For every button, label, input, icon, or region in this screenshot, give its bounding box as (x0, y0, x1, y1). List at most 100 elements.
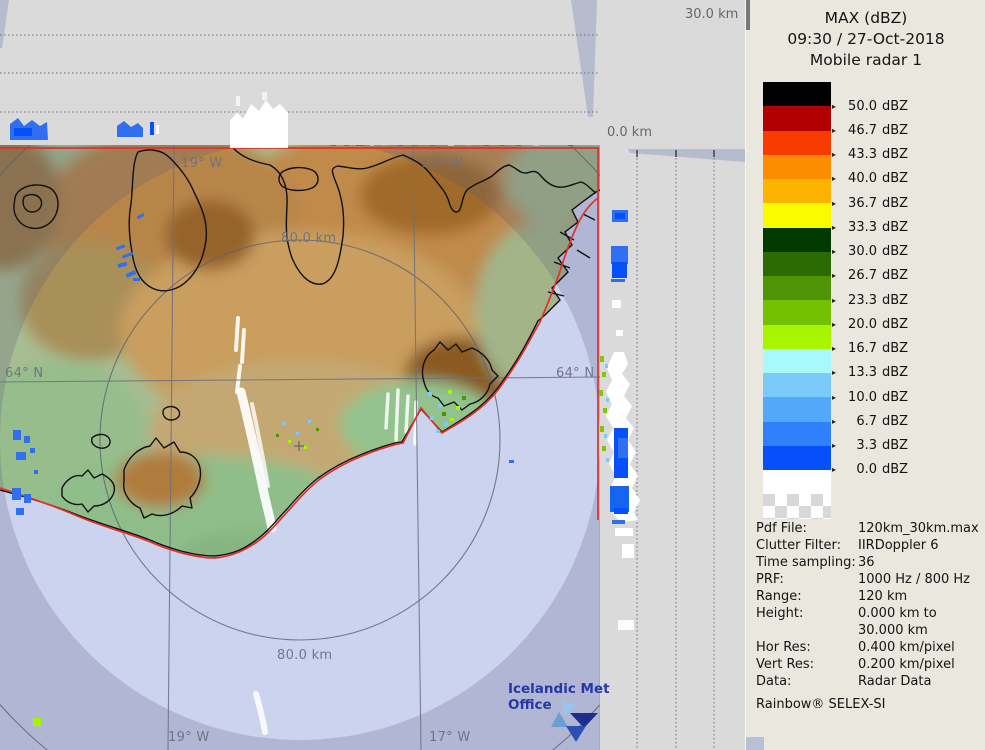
metadata-row: Range: 120 km (756, 588, 982, 605)
scale-color-block (763, 227, 831, 252)
height-axis-max-label: 30.0 km (685, 7, 739, 22)
scale-row: ▸ 50.0 dBZ (832, 94, 908, 118)
scale-unit: dBZ (882, 244, 909, 260)
scale-color-block (763, 324, 831, 349)
scale-transparent-block (763, 494, 831, 519)
metadata-value: 120 km (858, 589, 908, 604)
scale-arrow-icon: ▸ (832, 368, 837, 378)
product-metadata: Pdf File: 120km_30km.max Clutter Filter: II… (756, 520, 982, 713)
scale-value: 23.3 (848, 292, 877, 308)
logo-line2: Office (508, 697, 552, 713)
color-scale-labels: ▸ 50.0 dBZ ▸ 46.7 dBZ ▸ 43.3 dBZ ▸ 40.0 dBZ ▸ 36.7 dBZ… (832, 94, 908, 482)
scale-color-block (763, 348, 831, 373)
scale-color-block (763, 130, 831, 155)
scale-unit: dBZ (882, 268, 909, 284)
vendor-label: Rainbow® SELEX-SI (756, 697, 886, 712)
scale-color-block (763, 397, 831, 422)
scale-value: 46.7 (848, 122, 877, 138)
metadata-label: Hor Res: (756, 640, 811, 655)
scale-arrow-icon: ▸ (832, 465, 837, 475)
scale-arrow-icon: ▸ (832, 295, 837, 305)
lon-label-17w-bottom: 17° W (429, 730, 471, 745)
metadata-value: 0.000 km to 30.000 km (858, 606, 937, 638)
scale-unit: dBZ (882, 171, 909, 187)
scale-arrow-icon: ▸ (832, 392, 837, 402)
metadata-row: PRF: 1000 Hz / 800 Hz (756, 571, 982, 588)
metadata-value: 0.400 km/pixel (858, 640, 955, 655)
lat-label-64n-right: 64° N (556, 366, 595, 381)
scale-color-block (763, 251, 831, 276)
scale-row: ▸ 43.3 dBZ (832, 143, 908, 167)
range-ring-label-bottom: 80.0 km (277, 648, 333, 663)
scale-arrow-icon: ▸ (832, 198, 837, 208)
scale-arrow-icon: ▸ (832, 174, 837, 184)
scale-value: 26.7 (848, 268, 877, 284)
range-ring-label-top: 80.0 km (281, 231, 337, 246)
scale-value: 40.0 (848, 171, 877, 187)
metadata-label: Clutter Filter: (756, 538, 841, 553)
scale-arrow-icon: ▸ (832, 344, 837, 354)
metadata-value: 120km_30km.max (858, 521, 979, 536)
radar-display-window: 30.0 km 0.0 km 19° W 17° W 19° W 17° W 6… (0, 0, 985, 750)
scale-value: 36.7 (848, 195, 877, 211)
scale-value: 33.3 (848, 219, 877, 235)
scale-unit: dBZ (882, 389, 909, 405)
scale-value: 16.7 (848, 341, 877, 357)
radar-scene (0, 0, 745, 750)
scale-arrow-icon: ▸ (832, 441, 837, 451)
scale-arrow-icon: ▸ (832, 125, 837, 135)
scale-arrow-icon: ▸ (832, 101, 837, 111)
product-header: MAX (dBZ) 09:30 / 27-Oct-2018 Mobile rad… (746, 8, 985, 71)
scale-value: 30.0 (848, 244, 877, 260)
metadata-row: Data: Radar Data (756, 673, 982, 690)
scale-unit: dBZ (882, 413, 909, 429)
scale-unit: dBZ (882, 147, 909, 163)
scale-arrow-icon: ▸ (832, 271, 837, 281)
scale-row: ▸ 16.7 dBZ (832, 337, 908, 361)
scale-row: ▸ 3.3 dBZ (832, 434, 908, 458)
lat-label-64n-left: 64° N (5, 366, 44, 381)
scale-arrow-icon: ▸ (832, 247, 837, 257)
scale-row: ▸ 36.7 dBZ (832, 191, 908, 215)
scale-value: 43.3 (848, 147, 877, 163)
scale-unit: dBZ (882, 195, 909, 211)
scale-arrow-icon: ▸ (832, 150, 837, 160)
radar-map (0, 145, 600, 750)
scale-white-block (763, 470, 831, 495)
metadata-row: Vert Res: 0.200 km/pixel (756, 656, 982, 673)
product-name: MAX (dBZ) (824, 9, 908, 27)
radar-name: Mobile radar 1 (809, 51, 923, 69)
logo-line1: Icelandic Met (508, 681, 610, 697)
metadata-label: Height: (756, 606, 804, 621)
metadata-value: 36 (858, 555, 875, 570)
scale-row: ▸ 10.0 dBZ (832, 385, 908, 409)
metadata-label: Time sampling: (756, 555, 856, 570)
height-axis-zero-label: 0.0 km (607, 125, 652, 140)
scale-value: 50.0 (848, 98, 877, 114)
lon-label-19w-bottom: 19° W (168, 730, 210, 745)
metadata-row: Height: 0.000 km to 30.000 km (756, 605, 982, 639)
scale-unit: dBZ (882, 219, 909, 235)
color-scale (763, 82, 831, 519)
metadata-row: Hor Res: 0.400 km/pixel (756, 639, 982, 656)
scale-value: 0.0 (856, 462, 877, 478)
product-datetime: 09:30 / 27-Oct-2018 (787, 30, 945, 48)
scale-value: 6.7 (856, 413, 877, 429)
scale-row: ▸ 13.3 dBZ (832, 361, 908, 385)
metadata-label: Data: (756, 674, 792, 689)
scale-color-block (763, 373, 831, 398)
metadata-row: Clutter Filter: IIRDoppler 6 (756, 537, 982, 554)
legend-sidebar: MAX (dBZ) 09:30 / 27-Oct-2018 Mobile rad… (745, 0, 985, 750)
lon-label-17w-top: 17° W (421, 156, 463, 171)
scale-unit: dBZ (882, 365, 909, 381)
sidebar-corner-patch (746, 737, 764, 750)
scale-color-block (763, 203, 831, 228)
scale-color-block (763, 445, 831, 470)
scale-color-block (763, 179, 831, 204)
scale-arrow-icon: ▸ (832, 416, 837, 426)
metadata-row: Time sampling: 36 (756, 554, 982, 571)
metadata-value: 1000 Hz / 800 Hz (858, 572, 971, 587)
metadata-value: Radar Data (858, 674, 932, 689)
scale-row: ▸ 26.7 dBZ (832, 264, 908, 288)
metadata-label: Pdf File: (756, 521, 807, 536)
